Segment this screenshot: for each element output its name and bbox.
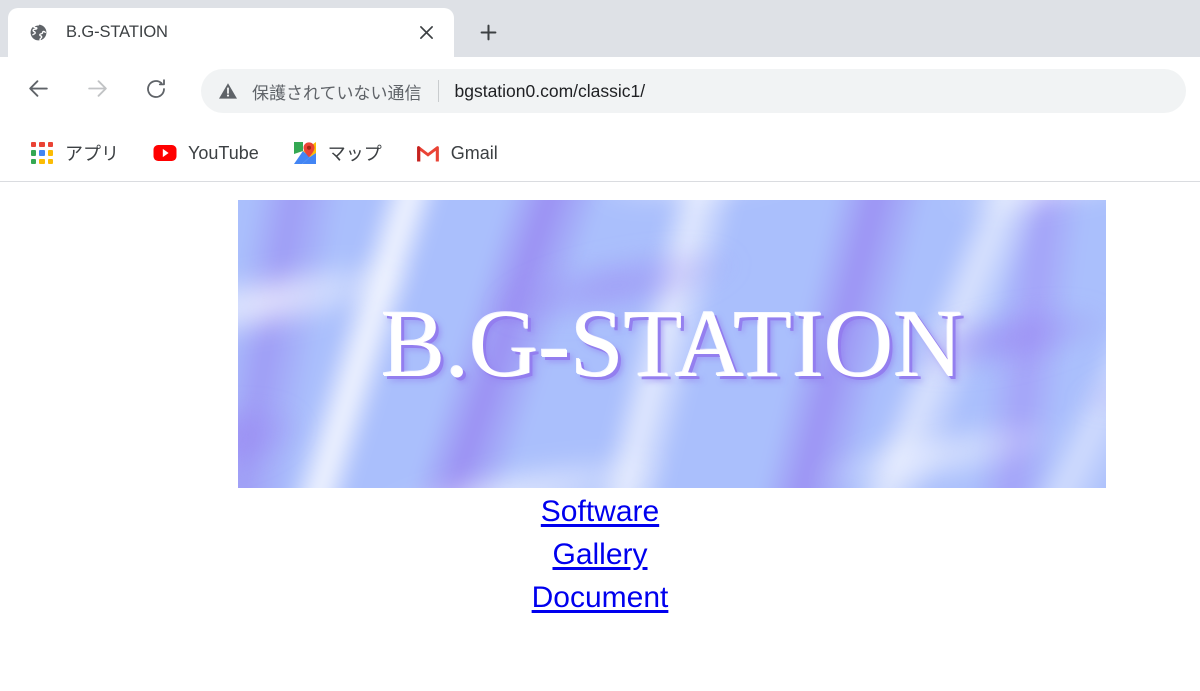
tab-title: B.G-STATION bbox=[66, 23, 168, 41]
bookmark-label: マップ bbox=[327, 144, 382, 164]
bookmark-label: アプリ bbox=[65, 144, 119, 164]
browser-toolbar: 保護されていない通信 bgstation0.com/classic1/ bbox=[0, 57, 1200, 125]
browser-tab-bg-station[interactable]: B.G-STATION bbox=[8, 8, 454, 57]
globe-icon bbox=[28, 23, 48, 43]
tab-strip: B.G-STATION bbox=[0, 0, 1200, 57]
back-button[interactable] bbox=[18, 71, 58, 111]
omnibox-divider bbox=[437, 80, 439, 102]
gmail-icon bbox=[416, 141, 440, 165]
new-tab-button[interactable] bbox=[468, 12, 508, 52]
apps-grid-icon bbox=[30, 141, 54, 165]
arrow-right-icon bbox=[85, 76, 110, 106]
link-gallery[interactable]: Gallery bbox=[0, 533, 1200, 576]
bookmark-apps[interactable]: アプリ bbox=[20, 135, 129, 171]
google-maps-icon bbox=[293, 141, 317, 165]
link-document[interactable]: Document bbox=[0, 576, 1200, 619]
security-status-text: 保護されていない通信 bbox=[252, 83, 422, 103]
bookmark-label: Gmail bbox=[450, 142, 498, 163]
reload-icon bbox=[144, 77, 168, 106]
url-text: bgstation0.com/classic1/ bbox=[454, 80, 646, 101]
address-bar[interactable]: 保護されていない通信 bgstation0.com/classic1/ bbox=[201, 69, 1186, 113]
site-banner-image: B.G-STATION bbox=[238, 200, 1106, 488]
close-icon[interactable] bbox=[412, 19, 440, 47]
arrow-left-icon bbox=[26, 76, 51, 106]
nav-links: Software Gallery Document bbox=[0, 490, 1200, 619]
browser-window: B.G-STATION 保護されていない通信 bgstation0.com/cl… bbox=[0, 0, 1200, 691]
bookmark-label: YouTube bbox=[188, 142, 259, 163]
page-content: B.G-STATION Software Gallery Document bbox=[0, 182, 1200, 691]
bookmarks-bar: アプリ YouTube マップ Gmail bbox=[0, 125, 1200, 182]
bookmark-maps[interactable]: マップ bbox=[283, 135, 392, 171]
forward-button[interactable] bbox=[77, 71, 117, 111]
banner-title: B.G-STATION bbox=[381, 290, 963, 397]
youtube-icon bbox=[153, 141, 177, 165]
link-software[interactable]: Software bbox=[0, 490, 1200, 533]
bookmark-youtube[interactable]: YouTube bbox=[143, 135, 269, 171]
reload-button[interactable] bbox=[136, 71, 176, 111]
bookmark-gmail[interactable]: Gmail bbox=[406, 135, 508, 171]
warning-triangle-icon[interactable] bbox=[217, 80, 239, 102]
